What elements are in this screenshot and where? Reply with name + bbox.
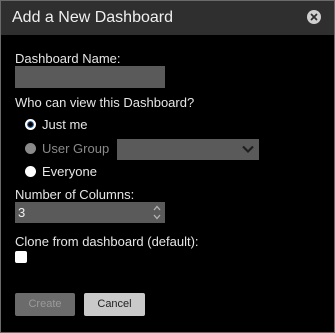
dialog-titlebar: Add a New Dashboard — [1, 1, 334, 35]
caret-down-icon[interactable] — [152, 213, 162, 221]
radio-everyone[interactable] — [25, 166, 36, 177]
columns-stepper[interactable]: 3 — [15, 202, 165, 223]
radio-user-group-label: User Group — [42, 141, 110, 156]
create-button[interactable]: Create — [15, 293, 75, 316]
close-button[interactable] — [307, 10, 321, 24]
radio-user-group[interactable] — [25, 143, 36, 154]
user-group-select[interactable] — [117, 139, 259, 160]
close-icon — [310, 13, 318, 21]
chevron-down-icon — [242, 145, 254, 154]
visibility-label: Who can view this Dashboard? — [15, 95, 195, 110]
dashboard-name-input[interactable] — [15, 66, 165, 88]
add-dashboard-dialog: Add a New Dashboard Dashboard Name: Who … — [0, 0, 335, 333]
columns-value: 3 — [18, 205, 26, 220]
dialog-title: Add a New Dashboard — [12, 9, 173, 26]
clone-label: Clone from dashboard (default): — [15, 234, 199, 249]
radio-everyone-label: Everyone — [42, 164, 97, 179]
dashboard-name-label: Dashboard Name: — [15, 51, 121, 66]
cancel-button[interactable]: Cancel — [84, 293, 145, 316]
radio-just-me-label: Just me — [42, 117, 88, 132]
clone-checkbox[interactable] — [15, 251, 27, 263]
caret-up-icon[interactable] — [152, 204, 162, 212]
radio-just-me[interactable] — [25, 119, 36, 130]
columns-label: Number of Columns: — [15, 187, 135, 202]
